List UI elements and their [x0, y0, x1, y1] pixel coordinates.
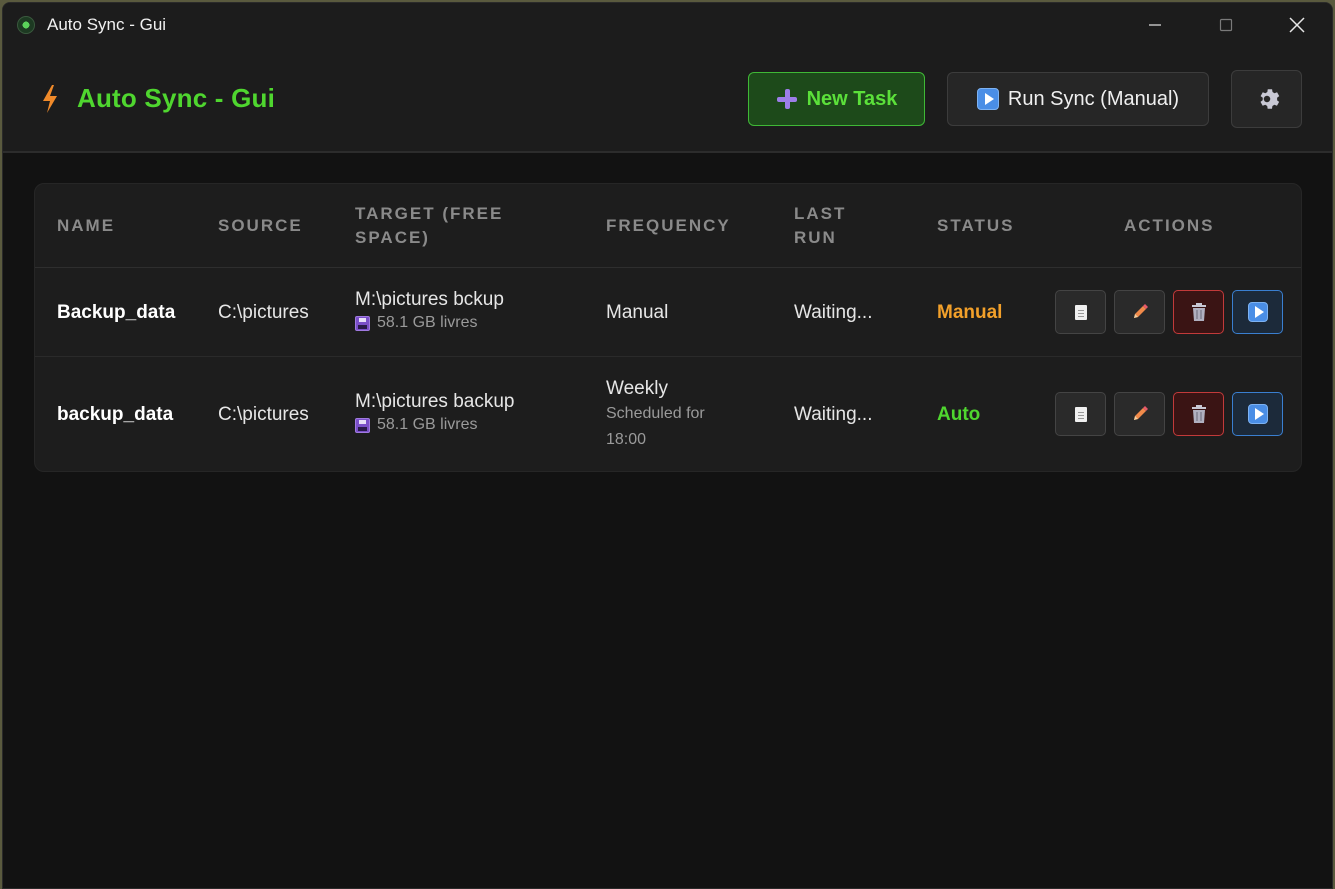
task-frequency: Weekly Scheduled for 18:00: [606, 378, 705, 453]
status-badge: Auto: [937, 404, 981, 425]
document-icon: [1074, 406, 1087, 422]
page-title: Auto Sync - Gui: [77, 83, 275, 113]
floppy-disk-icon: [355, 417, 370, 433]
task-source: C:\pictures: [218, 302, 309, 323]
close-icon: [1288, 17, 1305, 33]
row-actions: [1055, 392, 1283, 436]
task-source: C:\pictures: [218, 404, 309, 425]
status-badge: Manual: [937, 302, 1003, 323]
new-task-label: New Task: [806, 87, 898, 110]
window-title: Auto Sync - Gui: [47, 15, 167, 34]
target-path: M:\pictures bckup: [355, 289, 504, 310]
trash-icon: [1191, 405, 1206, 423]
run-sync-button[interactable]: Run Sync (Manual): [947, 72, 1209, 126]
document-icon: [1074, 304, 1087, 320]
settings-button[interactable]: [1231, 70, 1302, 128]
maximize-icon: [1219, 18, 1232, 32]
play-icon: [1247, 404, 1268, 424]
free-space: 58.1 GB livres: [355, 314, 504, 332]
task-target: M:\pictures backup 58.1 GB livres: [355, 391, 514, 434]
table-header: NAME SOURCE TARGET (FREE SPACE) FREQUENC…: [35, 184, 1301, 268]
bolt-icon: [43, 84, 57, 113]
trash-icon: [1191, 303, 1206, 321]
run-sync-label: Run Sync (Manual): [1007, 87, 1180, 110]
app-logo-icon: [17, 16, 35, 34]
column-header-source: SOURCE: [218, 216, 303, 235]
close-button[interactable]: [1261, 3, 1332, 47]
app-header: Auto Sync - Gui New Task Run Sync (Manua…: [3, 47, 1332, 153]
column-header-actions: ACTIONS: [1124, 216, 1215, 235]
view-log-button[interactable]: [1055, 290, 1106, 334]
task-name: backup_data: [57, 404, 174, 425]
task-frequency: Manual: [606, 302, 669, 323]
task-target: M:\pictures bckup 58.1 GB livres: [355, 289, 504, 332]
free-space-label: 58.1 GB livres: [377, 314, 478, 331]
tasks-table: NAME SOURCE TARGET (FREE SPACE) FREQUENC…: [34, 183, 1302, 472]
new-task-button[interactable]: New Task: [748, 72, 925, 126]
plus-icon: [776, 88, 798, 110]
target-path: M:\pictures backup: [355, 391, 515, 412]
task-last-run: Waiting...: [794, 302, 873, 323]
pencil-icon: [1133, 304, 1148, 318]
run-task-button[interactable]: [1232, 392, 1283, 436]
table-row: backup_data C:\pictures M:\pictures back…: [35, 357, 1301, 471]
row-actions: [1055, 290, 1283, 334]
column-header-status: STATUS: [937, 216, 1015, 235]
free-space-label: 58.1 GB livres: [377, 416, 478, 433]
task-name: Backup_data: [57, 302, 176, 323]
floppy-disk-icon: [355, 315, 370, 331]
app-window: Auto Sync - Gui Auto Sync - Gui New Task: [2, 2, 1333, 889]
table-row: Backup_data C:\pictures M:\pictures bcku…: [35, 268, 1301, 357]
edit-button[interactable]: [1114, 392, 1165, 436]
minimize-button[interactable]: [1119, 3, 1190, 47]
schedule-line-1: Scheduled for: [606, 405, 705, 422]
play-icon: [976, 88, 999, 110]
window-controls: [1119, 3, 1332, 47]
column-header-last-run: LAST RUN: [794, 204, 847, 247]
play-icon: [1247, 302, 1268, 322]
free-space: 58.1 GB livres: [355, 416, 514, 434]
minimize-icon: [1148, 24, 1161, 26]
maximize-button[interactable]: [1190, 3, 1261, 47]
view-log-button[interactable]: [1055, 392, 1106, 436]
gear-icon: [1260, 89, 1279, 109]
delete-button[interactable]: [1173, 392, 1224, 436]
task-last-run: Waiting...: [794, 404, 873, 425]
schedule-line-2: 18:00: [606, 431, 647, 448]
title-bar: Auto Sync - Gui: [3, 3, 1332, 47]
delete-button[interactable]: [1173, 290, 1224, 334]
column-header-target: TARGET (FREE SPACE): [355, 204, 504, 247]
frequency-value: Weekly: [606, 378, 668, 399]
column-header-frequency: FREQUENCY: [606, 216, 731, 235]
edit-button[interactable]: [1114, 290, 1165, 334]
brand: Auto Sync - Gui: [39, 83, 275, 114]
column-header-name: NAME: [57, 216, 116, 235]
pencil-icon: [1133, 406, 1148, 420]
run-task-button[interactable]: [1232, 290, 1283, 334]
